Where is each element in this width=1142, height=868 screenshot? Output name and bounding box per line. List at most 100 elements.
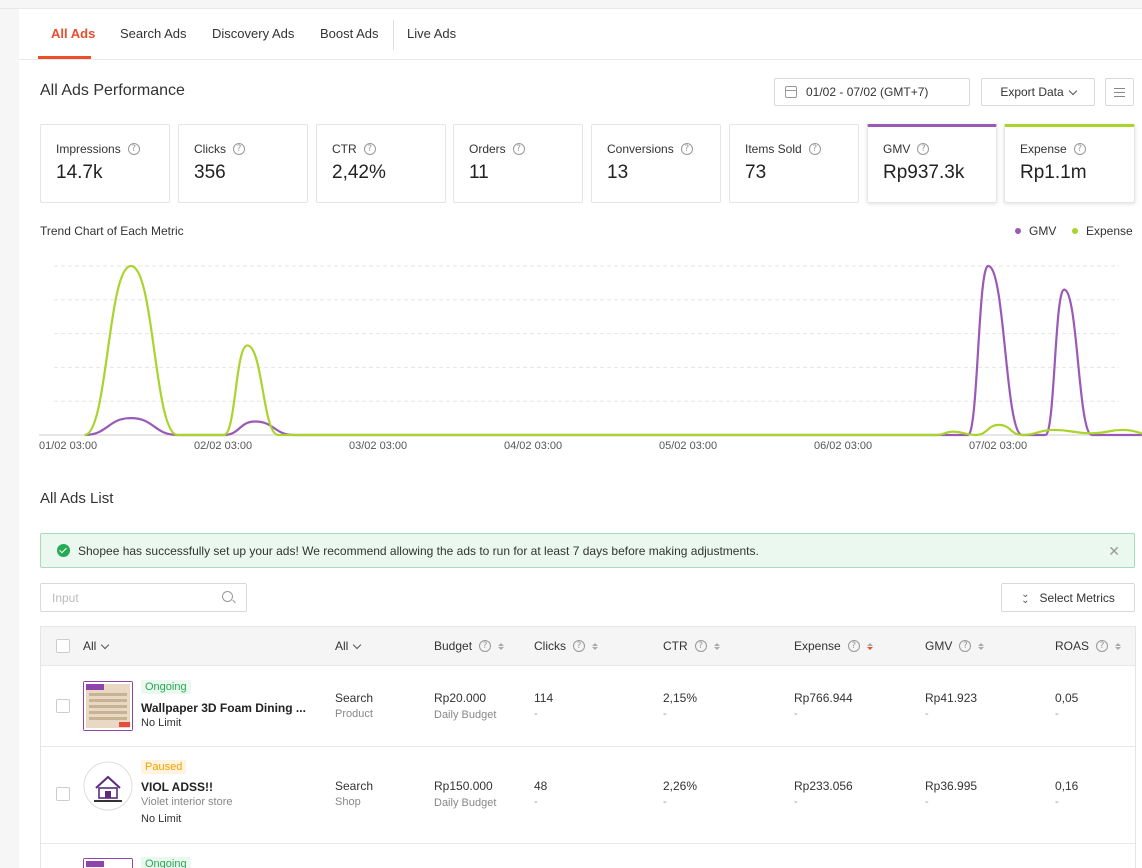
metric-value: 11	[469, 162, 489, 183]
shop-logo[interactable]	[83, 761, 133, 811]
ads-panel: All Ads Search Ads Discovery Ads Boost A…	[19, 9, 1142, 868]
success-alert: Shopee has successfully set up your ads!…	[40, 533, 1135, 568]
search-icon[interactable]	[222, 591, 233, 602]
help-icon[interactable]: ?	[233, 143, 245, 155]
ad-type-sub: Shop	[335, 796, 361, 808]
column-roas[interactable]: ROAS?	[1055, 639, 1122, 653]
x-tick-label: 07/02 03:00	[969, 440, 1028, 452]
column-budget[interactable]: Budget?	[434, 639, 505, 653]
ctr-change: -	[663, 796, 667, 808]
x-tick-label: 02/02 03:00	[194, 440, 253, 452]
budget-value[interactable]: Rp150.000	[434, 779, 493, 793]
roas-change: -	[1055, 708, 1059, 720]
metric-card-expense[interactable]: Expense? Rp1.1m	[1004, 124, 1135, 203]
gmv-value: Rp36.995	[925, 779, 978, 793]
help-icon[interactable]: ?	[694, 640, 707, 652]
ad-name[interactable]: VIOL ADSS!!	[141, 780, 213, 794]
clicks-value: 114	[534, 691, 554, 705]
legend-dot	[1015, 228, 1021, 234]
metric-value: 356	[194, 162, 226, 183]
sort-icon[interactable]	[978, 642, 985, 650]
check-circle-icon	[57, 544, 70, 557]
ad-limit: No Limit	[141, 717, 182, 729]
product-thumbnail[interactable]	[83, 858, 133, 868]
help-icon[interactable]: ?	[680, 143, 693, 155]
ctr-value: 2,26%	[663, 779, 698, 793]
metric-value: 14.7k	[56, 162, 103, 183]
gmv-change: -	[925, 708, 929, 720]
sort-icon[interactable]	[866, 642, 873, 650]
legend-label: GMV	[1029, 224, 1057, 238]
status-badge: Ongoing	[141, 680, 191, 694]
help-icon[interactable]: ?	[847, 640, 860, 652]
help-icon[interactable]: ?	[1073, 143, 1086, 155]
table-row[interactable]: Ongoing	[41, 844, 1135, 868]
legend-label: Expense	[1086, 224, 1133, 238]
ad-type-sub: Product	[335, 708, 373, 720]
ad-name[interactable]: Wallpaper 3D Foam Dining ...	[141, 701, 306, 715]
metric-card-clicks[interactable]: Clicks? 356	[178, 124, 308, 203]
chevron-down-icon	[1068, 86, 1077, 95]
metric-value: 13	[607, 162, 629, 183]
select-metrics-button[interactable]: ⌄ ⌄ Select Metrics	[1001, 583, 1135, 612]
metric-card-conversions[interactable]: Conversions? 13	[591, 124, 721, 203]
double-chevron-down-icon: ⌄ ⌄	[1021, 588, 1030, 606]
help-icon[interactable]: ?	[1096, 640, 1109, 652]
table-row[interactable]: Ongoing Wallpaper 3D Foam Dining ... No …	[41, 667, 1135, 747]
menu-button[interactable]	[1105, 78, 1134, 106]
x-tick-label: 01/02 03:00	[39, 440, 98, 452]
metric-card-items-sold[interactable]: Items Sold? 73	[729, 124, 859, 203]
sort-icon[interactable]	[1115, 642, 1122, 650]
help-icon[interactable]: ?	[959, 640, 972, 652]
tab-divider	[393, 20, 394, 50]
row-checkbox[interactable]	[56, 699, 70, 713]
metric-label: Clicks	[194, 142, 226, 156]
tab-live-ads[interactable]: Live Ads	[407, 26, 456, 41]
sort-icon[interactable]	[592, 642, 598, 650]
close-icon[interactable]: ✕	[1108, 543, 1120, 560]
metric-label: Orders	[469, 142, 506, 156]
expense-value: Rp766.944	[794, 691, 853, 705]
ads-tabs: All Ads Search Ads Discovery Ads Boost A…	[19, 9, 1142, 60]
tab-boost-ads[interactable]: Boost Ads	[320, 26, 379, 41]
help-icon[interactable]: ?	[808, 143, 821, 155]
help-icon[interactable]: ?	[479, 640, 492, 652]
menu-icon	[1114, 87, 1125, 89]
metric-card-gmv[interactable]: GMV? Rp937.3k	[867, 124, 997, 203]
help-icon[interactable]: ?	[573, 640, 585, 652]
chevron-down-icon	[101, 640, 110, 649]
help-icon[interactable]: ?	[127, 143, 140, 155]
sort-icon[interactable]	[713, 642, 720, 650]
search-input[interactable]	[40, 583, 247, 612]
tab-discovery-ads[interactable]: Discovery Ads	[212, 26, 294, 41]
sort-icon[interactable]	[498, 642, 505, 650]
table-row[interactable]: Paused VIOL ADSS!! Violet interior store…	[41, 747, 1135, 844]
budget-value[interactable]: Rp20.000	[434, 691, 486, 705]
export-data-button[interactable]: Export Data	[981, 78, 1095, 106]
metric-label: Conversions	[607, 142, 674, 156]
metric-label: Impressions	[56, 142, 121, 156]
column-expense[interactable]: Expense?	[794, 639, 873, 653]
tab-search-ads[interactable]: Search Ads	[120, 26, 187, 41]
metric-card-impressions[interactable]: Impressions? 14.7k	[40, 124, 170, 203]
ad-type: Search	[335, 691, 374, 705]
budget-type: Daily Budget	[434, 797, 497, 809]
help-icon[interactable]: ?	[512, 143, 525, 155]
legend-gmv: GMV	[1015, 224, 1056, 238]
column-clicks[interactable]: Clicks?	[534, 639, 598, 653]
help-icon[interactable]: ?	[917, 143, 930, 155]
date-range-picker[interactable]: 01/02 - 07/02 (GMT+7)	[774, 78, 970, 106]
metric-label: Items Sold	[745, 142, 802, 156]
metric-card-ctr[interactable]: CTR? 2,42%	[316, 124, 446, 203]
help-icon[interactable]: ?	[363, 143, 376, 155]
row-checkbox[interactable]	[56, 787, 70, 801]
select-all-checkbox[interactable]	[56, 639, 70, 653]
tab-all-ads[interactable]: All Ads	[51, 26, 95, 41]
column-gmv[interactable]: GMV?	[925, 639, 985, 653]
metric-label: Expense	[1020, 142, 1067, 156]
column-ctr[interactable]: CTR?	[663, 639, 720, 653]
filter-all-ads[interactable]: All	[83, 639, 110, 653]
filter-ad-type[interactable]: All	[335, 639, 362, 653]
product-thumbnail[interactable]	[83, 681, 133, 731]
metric-card-orders[interactable]: Orders? 11	[453, 124, 583, 203]
